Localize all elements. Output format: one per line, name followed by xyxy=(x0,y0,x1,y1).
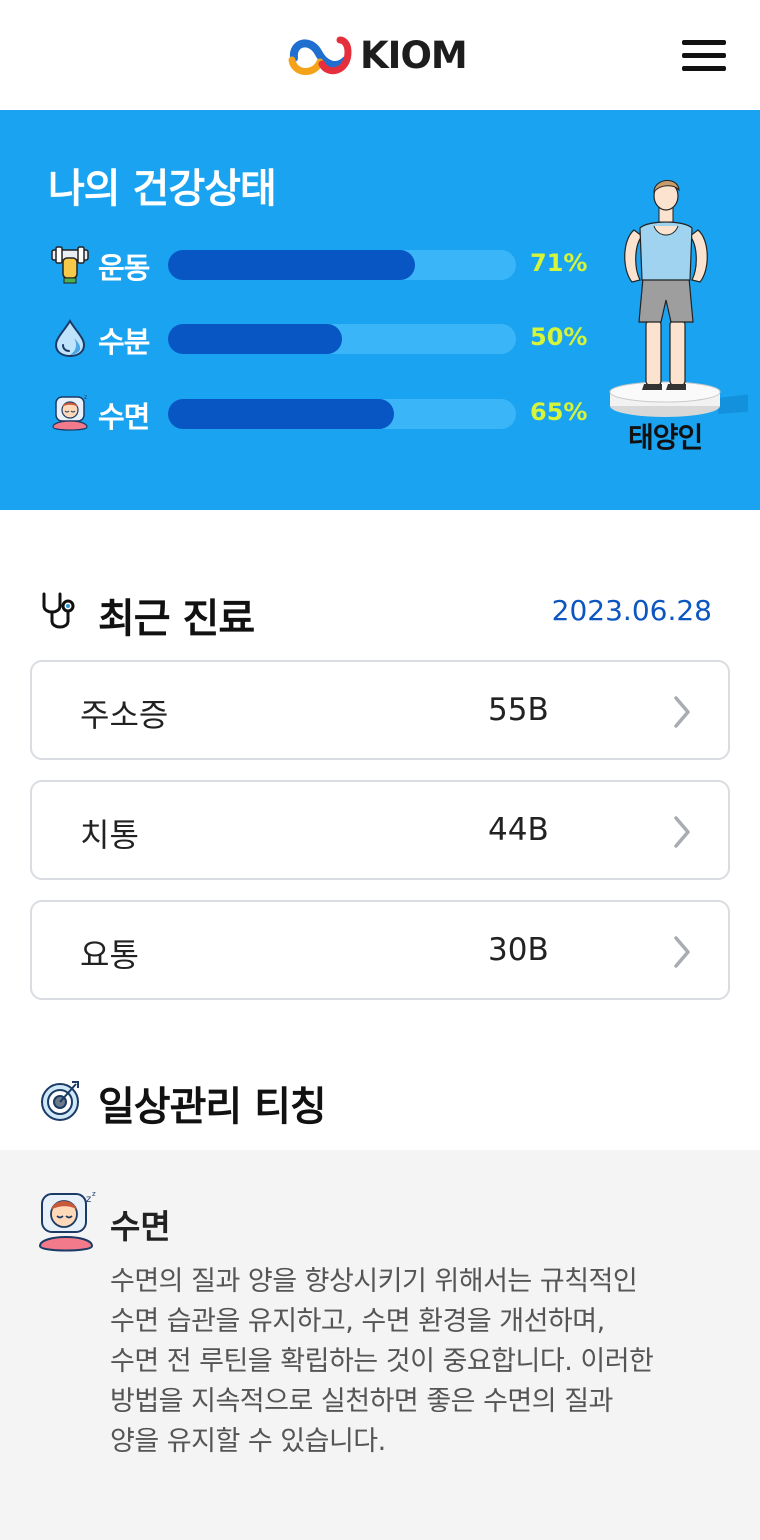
svg-text:z: z xyxy=(92,1190,96,1198)
stat-percent: 71% xyxy=(530,249,588,277)
sleeping-face-icon: z z xyxy=(38,1190,96,1252)
recent-treatment-date: 2023.06.28 xyxy=(551,594,712,627)
progress-track xyxy=(168,250,516,280)
progress-track xyxy=(168,324,516,354)
stat-label: 수분 xyxy=(98,325,150,359)
tip-line: 방법을 지속적으로 실천하면 좋은 수면의 질과 xyxy=(110,1386,613,1417)
tip-line: 수면 습관을 유지하고, 수면 환경을 개선하며, xyxy=(110,1306,605,1337)
stethoscope-icon xyxy=(42,592,75,629)
water-drop-icon xyxy=(54,319,86,358)
stat-percent: 50% xyxy=(530,323,588,351)
tip-card: z z 수면 수면의 질과 양을 향상시키기 위해서는 규칙적인 수면 습관을 … xyxy=(0,1150,760,1540)
stat-row-water: 수분 50% xyxy=(50,318,610,359)
treatment-code: 30B xyxy=(488,932,549,968)
treatment-name: 주소증 xyxy=(80,696,169,734)
menu-line-icon xyxy=(682,40,726,45)
tip-line: 수면의 질과 양을 향상시키기 위해서는 규칙적인 xyxy=(110,1266,638,1297)
tip-body: 수면의 질과 양을 향상시키기 위해서는 규칙적인 수면 습관을 유지하고, 수… xyxy=(110,1262,730,1462)
treatment-name: 요통 xyxy=(80,936,139,974)
stat-row-exercise: 운동 71% xyxy=(50,244,610,285)
progress-fill xyxy=(168,250,416,280)
progress-fill xyxy=(168,399,395,429)
sleeping-face-icon: z xyxy=(52,394,88,431)
stat-label: 수면 xyxy=(98,400,150,434)
recent-treatment-title: 최근 진료 xyxy=(98,596,255,642)
tip-line: 양을 유지할 수 있습니다. xyxy=(110,1426,386,1457)
kiom-logo-mark-icon xyxy=(288,36,352,75)
chevron-right-icon xyxy=(674,816,690,848)
chevron-right-icon xyxy=(674,936,690,968)
progress-fill xyxy=(168,324,342,354)
stat-percent: 65% xyxy=(530,398,588,426)
menu-line-icon xyxy=(682,66,726,71)
treatment-item[interactable]: 요통 30B xyxy=(30,900,730,1000)
treatment-code: 55B xyxy=(488,692,549,728)
recent-treatment-header: 최근 진료 2023.06.28 xyxy=(38,586,728,642)
health-status-panel: 나의 건강상태 운동 71% 수분 50% z 수면 65% 태양인 xyxy=(0,110,760,510)
stat-label: 운동 xyxy=(98,251,150,285)
app-header: KIOM xyxy=(0,0,760,110)
svg-text:z: z xyxy=(86,1194,91,1205)
treatment-name: 치통 xyxy=(80,816,139,854)
chevron-right-icon xyxy=(674,696,690,728)
menu-line-icon xyxy=(682,53,726,58)
health-status-title: 나의 건강상태 xyxy=(48,166,277,212)
treatment-item[interactable]: 치통 44B xyxy=(30,780,730,880)
treatment-code: 44B xyxy=(488,812,549,848)
constitution-type-label: 태양인 xyxy=(628,421,703,454)
treatment-item[interactable]: 주소증 55B xyxy=(30,660,730,760)
tip-title: 수면 xyxy=(110,1207,171,1246)
progress-track xyxy=(168,399,516,429)
tip-line: 수면 전 루틴을 확립하는 것이 중요합니다. 이러한 xyxy=(110,1346,654,1377)
kiom-logo[interactable]: KIOM xyxy=(288,33,468,77)
svg-text:z: z xyxy=(84,394,87,401)
daily-tips-header: 일상관리 티칭 xyxy=(38,1074,728,1130)
target-icon xyxy=(41,1081,79,1121)
stat-row-sleep: z 수면 65% xyxy=(50,393,610,434)
daily-tips-title: 일상관리 티칭 xyxy=(98,1084,327,1130)
dumbbell-icon xyxy=(51,246,89,284)
hamburger-menu-button[interactable] xyxy=(680,38,728,72)
brand-name: KIOM xyxy=(360,33,468,77)
